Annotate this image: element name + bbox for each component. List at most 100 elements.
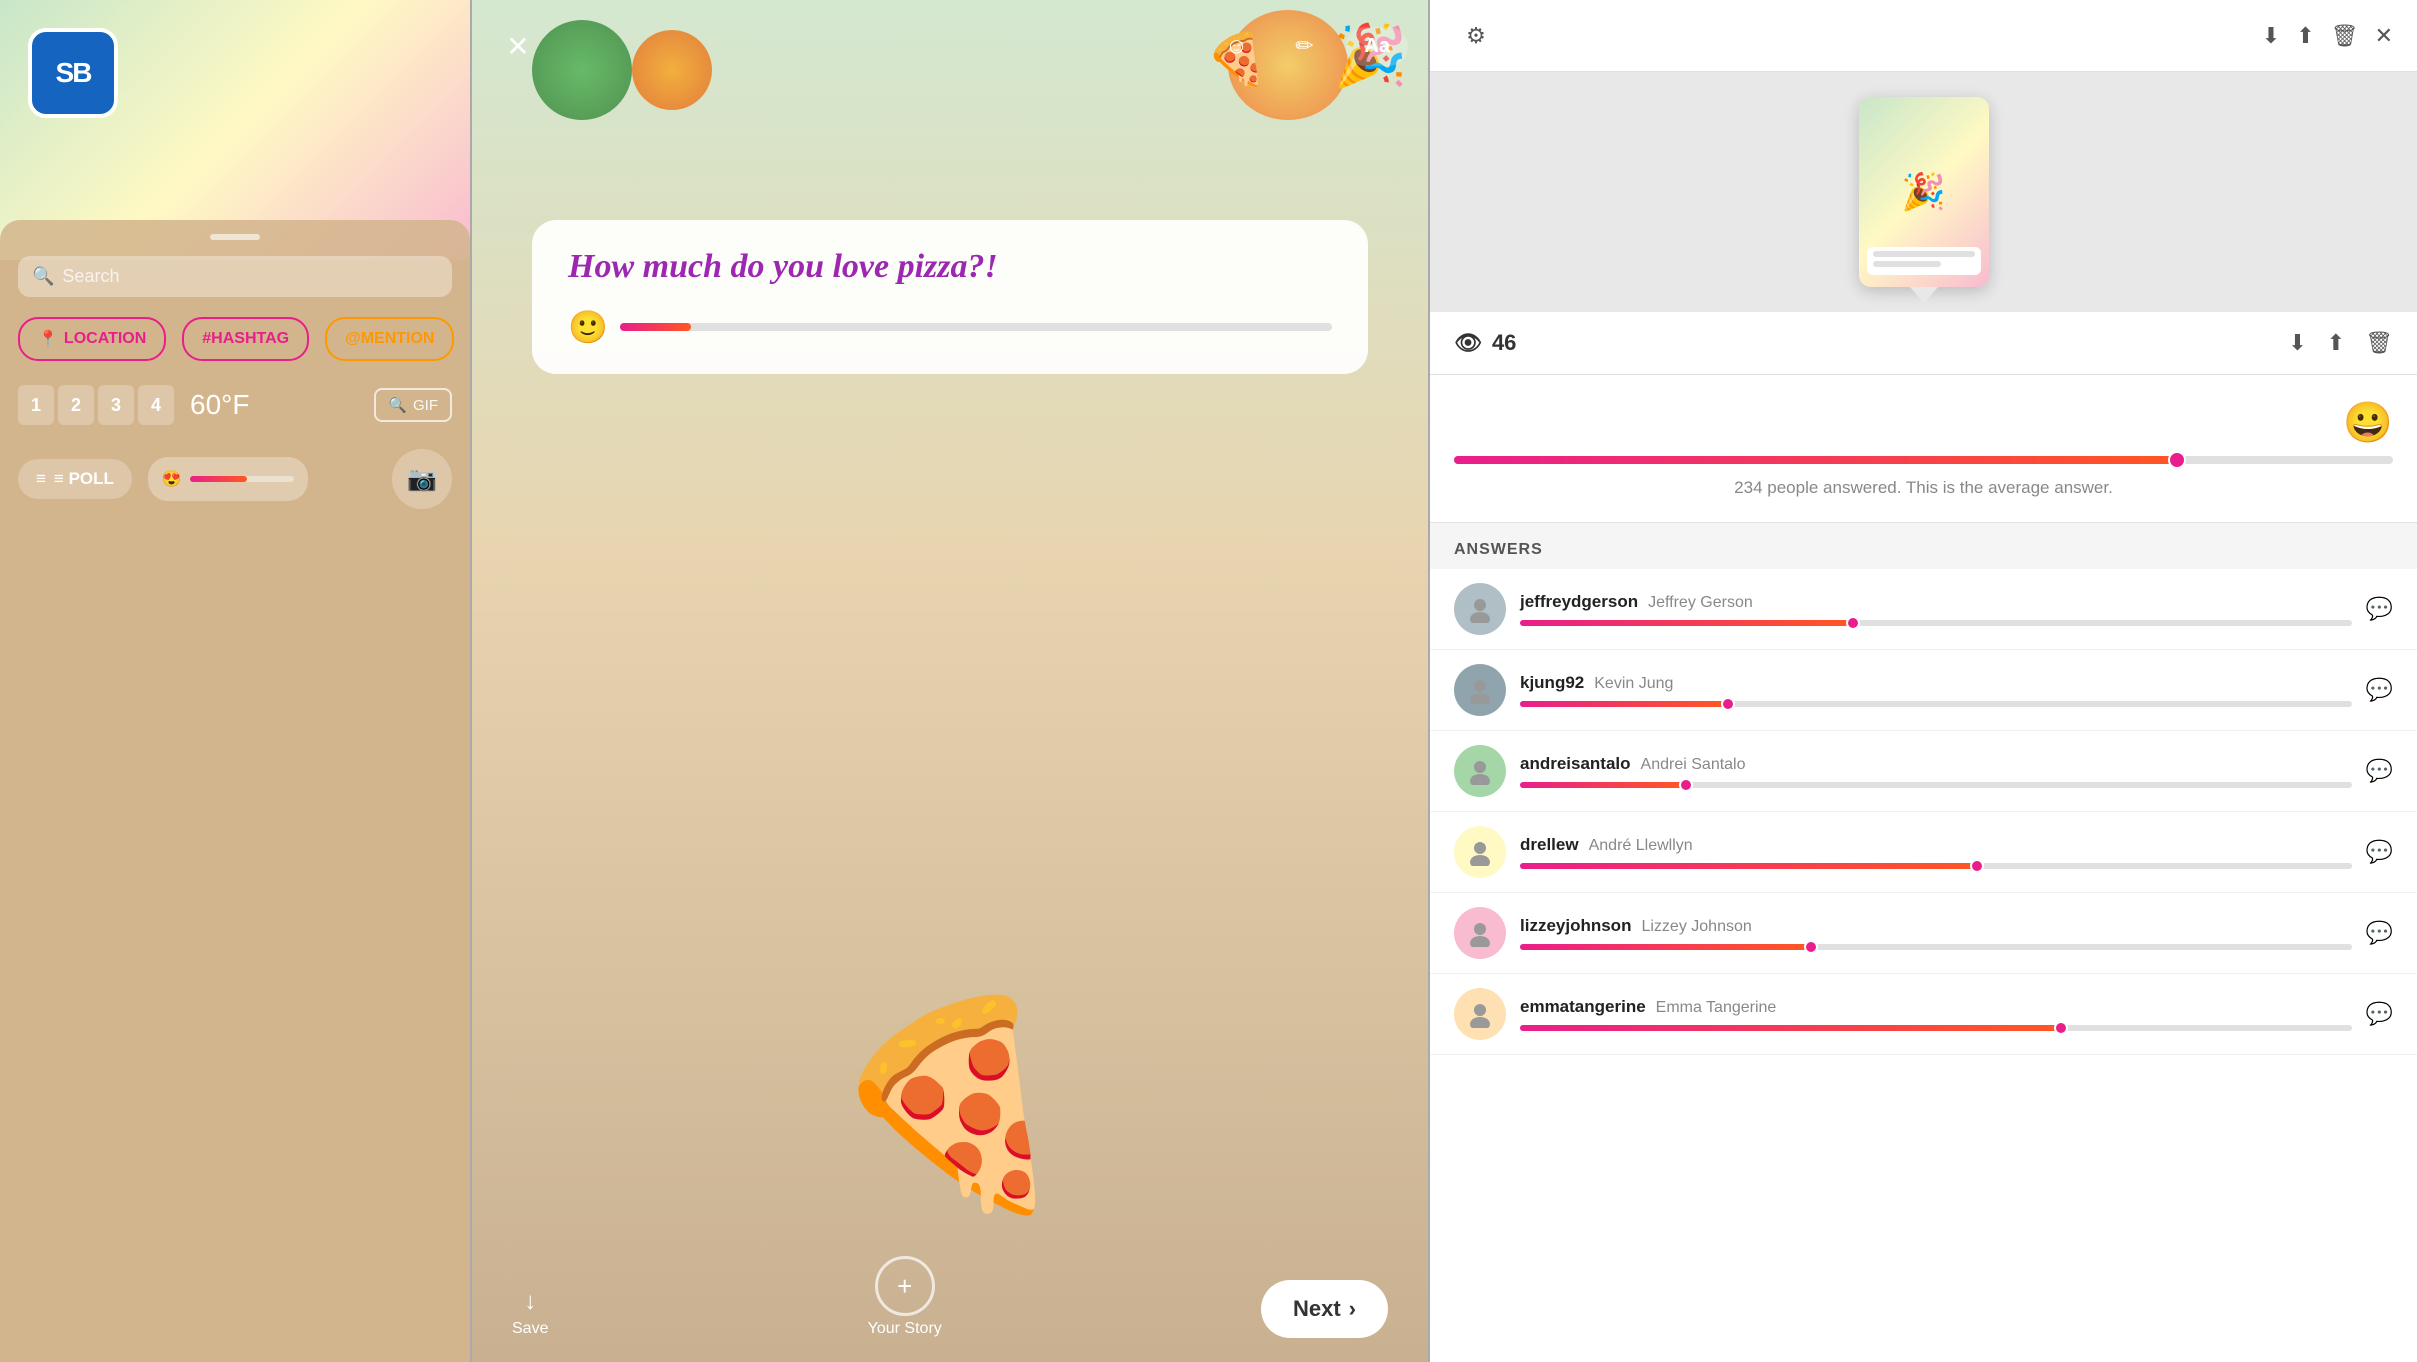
app-logo: SB [28,28,118,118]
answer-realname: André Llewllyn [1589,837,1693,855]
slider-track-container: 🙂 [568,308,1332,346]
answer-comment-button[interactable]: 💬 [2366,839,2393,865]
sticker-icon: ☺ [1225,33,1247,59]
story-preview-area: 🎉 [1430,72,2417,312]
comment-icon: 💬 [2366,596,2393,621]
logo-text: SB [56,57,91,89]
sticker-tray: 🔍 Search 📍 LOCATION #HASHTAG @MENTION 1 … [0,220,470,1362]
answer-names: jeffreydgerson Jeffrey Gerson [1520,592,2352,612]
gif-widget[interactable]: 🔍 GIF [374,388,452,422]
answer-info: emmatangerine Emma Tangerine [1520,997,2352,1031]
sticker-search[interactable]: 🔍 Search [18,256,452,297]
temperature-widget[interactable]: 60°F [190,389,249,421]
answer-info: jeffreydgerson Jeffrey Gerson [1520,592,2352,626]
answer-username: andreisantalo [1520,754,1631,774]
your-story-button[interactable]: + Your Story [868,1256,942,1338]
poll-widget[interactable]: ≡ ≡ POLL [18,459,132,499]
countdown-widget[interactable]: 1 2 3 4 [18,385,174,425]
text-btn-label: Aa [1364,35,1390,57]
next-button[interactable]: Next › [1261,1280,1388,1338]
download-button[interactable]: ⬇ [2262,23,2280,49]
answer-comment-button[interactable]: 💬 [2366,677,2393,703]
poll-icon: ≡ [36,469,46,489]
close-icon: ✕ [2375,23,2393,48]
story-label: Your Story [868,1320,942,1338]
stats-delete-button[interactable]: 🗑 [2365,330,2393,356]
answer-comment-button[interactable]: 💬 [2366,758,2393,784]
answer-username: kjung92 [1520,673,1584,693]
sticker-badges-row: 📍 LOCATION #HASHTAG @MENTION [18,317,452,361]
settings-button[interactable]: ⚙ [1454,14,1498,58]
answer-info: lizzeyjohnson Lizzey Johnson [1520,916,2352,950]
hashtag-label: #HASHTAG [202,330,289,348]
thumb-arrow [1910,287,1938,303]
drag-handle[interactable] [210,234,260,240]
panel-story-editor: 🎉 🍕 ✕ ☺ ✏ Aa How much do you love pizza?… [470,0,1430,1362]
answer-avatar [1454,664,1506,716]
delete-button[interactable]: 🗑 [2331,23,2359,49]
views-count: 👁 46 [1454,330,1516,356]
insights-header: ⚙ ⬇ ⬆ 🗑 ✕ [1430,0,2417,72]
close-insights-button[interactable]: ✕ [2375,23,2393,49]
location-sticker[interactable]: 📍 LOCATION [18,317,166,361]
answer-names: andreisantalo Andrei Santalo [1520,754,2352,774]
answer-username: jeffreydgerson [1520,592,1638,612]
story-thumbnail[interactable]: 🎉 [1859,97,1989,287]
gif-label: GIF [413,397,438,414]
emoji-slider-widget[interactable]: 😍 [148,457,308,501]
story-bottom-bar: ↓ Save + Your Story Next › [472,1242,1428,1362]
widget-row: 1 2 3 4 60°F 🔍 GIF [18,385,452,425]
answer-avatar [1454,583,1506,635]
sticker-button[interactable]: ☺ [1210,20,1262,72]
stat-actions: ⬇ ⬆ 🗑 [2288,330,2393,356]
answer-realname: Andrei Santalo [1641,756,1746,774]
share-button[interactable]: ⬆ [2296,23,2314,49]
next-chevron-icon: › [1349,1296,1356,1322]
answer-slider-track [1520,944,2352,950]
stats-share-icon: ⬆ [2327,330,2345,355]
answer-comment-button[interactable]: 💬 [2366,596,2393,622]
camera-icon: 📷 [407,465,437,494]
slider-sticker-card[interactable]: How much do you love pizza?! 🙂 [532,220,1368,374]
brush-button[interactable]: ✏ [1278,20,1330,72]
close-icon: ✕ [506,30,529,63]
answer-realname: Lizzey Johnson [1641,918,1751,936]
settings-icon: ⚙ [1466,23,1486,49]
pizza-character: 🍕 [825,987,1074,1222]
comment-icon: 💬 [2366,839,2393,864]
stats-share-button[interactable]: ⬆ [2327,330,2345,356]
answer-realname: Jeffrey Gerson [1648,594,1753,612]
result-emoji: 😀 [1454,399,2393,446]
mention-sticker[interactable]: @MENTION [325,317,454,361]
next-label: Next [1293,1296,1341,1322]
camera-widget[interactable]: 📷 [392,449,452,509]
save-button[interactable]: ↓ Save [512,1288,548,1338]
comment-icon: 💬 [2366,1001,2393,1026]
story-plus-icon: + [897,1271,912,1302]
slider-track[interactable] [620,323,1332,331]
answer-comment-button[interactable]: 💬 [2366,1001,2393,1027]
slider-emoji: 🙂 [568,308,608,346]
story-editor-toolbar: ✕ ☺ ✏ Aa [492,20,1408,72]
location-icon: 📍 [38,329,58,349]
close-button[interactable]: ✕ [492,20,544,72]
answer-slider-track [1520,782,2352,788]
answer-item: drellew André Llewllyn 💬 [1430,812,2417,893]
answer-avatar [1454,826,1506,878]
stats-download-button[interactable]: ⬇ [2288,330,2306,356]
text-button[interactable]: Aa [1346,27,1408,66]
answers-label: ANSWERS [1454,541,1543,558]
answer-comment-button[interactable]: 💬 [2366,920,2393,946]
poll-label: ≡ POLL [54,469,114,489]
eye-icon: 👁 [1454,330,1482,356]
comment-icon: 💬 [2366,758,2393,783]
slider-track[interactable] [190,476,294,482]
hashtag-sticker[interactable]: #HASHTAG [182,317,309,361]
answer-slider-fill [1520,863,1977,869]
answer-slider-track [1520,863,2352,869]
answer-slider-track [1520,620,2352,626]
comment-icon: 💬 [2366,920,2393,945]
answer-username: drellew [1520,835,1579,855]
save-label: Save [512,1320,548,1338]
answer-avatar [1454,988,1506,1040]
